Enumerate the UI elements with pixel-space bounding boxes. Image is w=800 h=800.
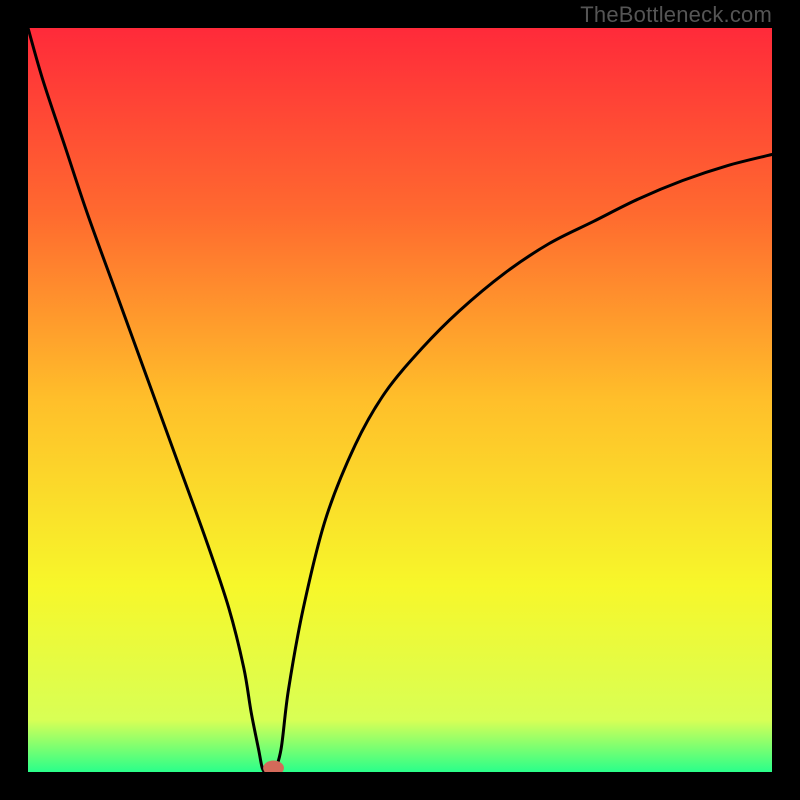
chart-background: [28, 28, 772, 772]
chart-svg: [28, 28, 772, 772]
chart-plot-area: [28, 28, 772, 772]
watermark-text: TheBottleneck.com: [580, 2, 772, 28]
chart-frame: TheBottleneck.com: [0, 0, 800, 800]
